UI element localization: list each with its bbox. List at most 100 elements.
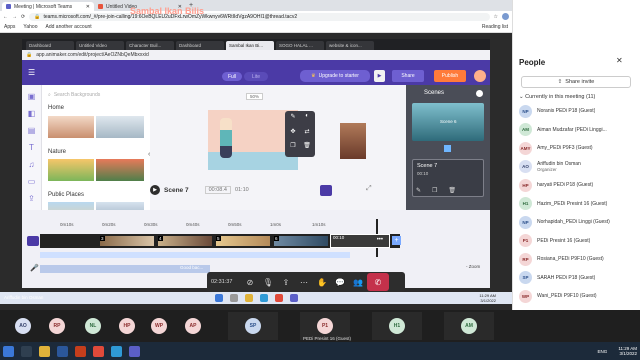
shared-tab[interactable]: Character Buil...	[126, 41, 174, 50]
play-button[interactable]: ▶	[150, 185, 160, 195]
mic-off-icon[interactable]: 🎙	[259, 273, 277, 291]
search-input[interactable]: ⌕ Search Backgrounds	[48, 90, 144, 99]
share-button[interactable]: Share	[392, 70, 424, 82]
bookmark-yahoo[interactable]: Yahoo	[23, 24, 37, 30]
bookmark-add-account[interactable]: Add another account	[46, 24, 92, 30]
props-icon[interactable]: ◧	[27, 109, 37, 119]
bg-track[interactable]: Good bac...	[40, 265, 210, 273]
search-icon[interactable]	[229, 294, 238, 302]
more-actions-icon[interactable]: ⋯	[295, 273, 313, 291]
delete-icon[interactable]: 🗑	[448, 187, 456, 194]
participant-row[interactable]: H1 Hazim_PEDi Presint 16 (Guest)	[519, 197, 637, 211]
participant-row[interactable]: NP Noranis PEDi P18 (Guest)	[519, 104, 637, 118]
reading-list[interactable]: Reading list	[482, 24, 508, 30]
video-track[interactable]: 3 4 5 6 00:10 •••	[40, 234, 400, 248]
share-screen-icon[interactable]: ⇪	[277, 273, 295, 291]
copy-icon[interactable]: ❐	[287, 142, 299, 155]
category-nature[interactable]: Nature	[48, 149, 66, 155]
palette-icon[interactable]: ◐	[301, 113, 313, 126]
clip[interactable]: 5	[216, 236, 270, 246]
explorer-icon[interactable]	[39, 345, 50, 357]
participant-row[interactable]: AO Ariffudin bin Osman Organizer	[519, 160, 637, 174]
shared-tab[interactable]: Dashboard	[176, 41, 224, 50]
tab-teams-meeting[interactable]: Meeting | Microsoft Teams ✕	[2, 2, 94, 11]
more-icon[interactable]: •••	[377, 237, 383, 243]
participant-row[interactable]: HP haryati PEDi P18 (Guest)	[519, 178, 637, 192]
video-tile[interactable]: SP	[228, 312, 278, 340]
expand-icon[interactable]: ⤢	[366, 185, 372, 193]
profile-icon[interactable]	[502, 13, 509, 20]
reload-icon[interactable]: ⟳	[21, 14, 25, 20]
video-tile[interactable]: RP	[40, 312, 74, 340]
project-title[interactable]: Sambal Ikan Bilis	[130, 6, 204, 16]
clip[interactable]: 3	[100, 236, 154, 246]
move-icon[interactable]: ✥	[287, 128, 299, 141]
edit-icon[interactable]: ✎	[287, 113, 299, 126]
teams-icon[interactable]	[129, 345, 140, 357]
upload-icon[interactable]: ⇪	[27, 194, 37, 204]
word-icon[interactable]	[57, 345, 68, 357]
participant-row[interactable]: RP Rosiana_PEDi P9F10 (Guest)	[519, 252, 637, 266]
current-meeting-label[interactable]: ⌄ Currently in this meeting (11)	[519, 94, 595, 100]
shared-tab[interactable]: Sambal Ikan Bi...	[226, 41, 274, 50]
shared-tab[interactable]: website & icon...	[326, 41, 374, 50]
participant-row[interactable]: WP Wani_PEDi P9F10 (Guest)	[519, 289, 637, 303]
text-icon[interactable]: T	[27, 143, 37, 153]
zoom-control[interactable]: - Zoom	[466, 264, 480, 269]
language-indicator[interactable]: ENG	[598, 349, 608, 354]
clip[interactable]: 4	[158, 236, 212, 246]
video-tile[interactable]: H1	[372, 312, 422, 340]
chat-icon[interactable]: 💬	[331, 273, 349, 291]
music-icon[interactable]: ♫	[27, 160, 37, 170]
hang-up-button[interactable]: ✆	[367, 273, 389, 291]
shared-tab[interactable]: SOGO HALAL ...	[276, 41, 324, 50]
participant-row[interactable]: SP SARAH PEDi P18 (Guest)	[519, 271, 637, 285]
shared-address-bar[interactable]: 🔒 app.animaker.com/edit/project/AeOZNbQe…	[22, 50, 490, 60]
full-toggle[interactable]: Full	[222, 72, 242, 81]
category-home[interactable]: Home	[48, 105, 64, 111]
participant-row[interactable]: AMY Amy_PEDi P9F3 (Guest)	[519, 141, 637, 155]
video-tile[interactable]: WP	[142, 312, 176, 340]
chrome-icon[interactable]	[274, 294, 283, 302]
clip-selected[interactable]: 00:10 •••	[330, 234, 390, 248]
collapse-chevron-icon[interactable]: ‹	[148, 151, 150, 158]
camera-off-icon[interactable]: ⊘	[241, 273, 259, 291]
copy-icon[interactable]: ❐	[432, 187, 437, 194]
close-icon[interactable]: ✕	[86, 4, 90, 10]
character[interactable]	[220, 118, 232, 158]
menu-icon[interactable]: ☰	[28, 68, 35, 77]
upgrade-button[interactable]: ♛ Upgrade to starter	[300, 70, 370, 82]
user-avatar[interactable]	[474, 70, 486, 82]
share-invite-button[interactable]: ⇪ Share invite	[521, 76, 631, 88]
category-public-places[interactable]: Public Places	[48, 192, 84, 198]
teams-icon[interactable]	[289, 294, 298, 302]
shared-tab[interactable]: Untitled Video	[76, 41, 124, 50]
zoom-indicator[interactable]: 50%	[246, 93, 264, 100]
star-icon[interactable]: ☆	[494, 14, 498, 20]
delete-icon[interactable]: 🗑	[301, 142, 313, 155]
shared-tab[interactable]: Dashboard	[26, 41, 74, 50]
video-icon[interactable]: ▭	[27, 177, 37, 187]
bg-thumb[interactable]	[48, 159, 94, 181]
address-bar[interactable]: 🔒 teams.microsoft.com/_#/pre-join-callin…	[29, 12, 490, 21]
edge-icon[interactable]	[259, 294, 268, 302]
video-tile[interactable]: AP	[176, 312, 210, 340]
bg-thumb[interactable]	[48, 116, 94, 138]
edit-icon[interactable]: ✎	[416, 187, 421, 194]
bg-icon[interactable]: ▤	[27, 126, 37, 136]
audio-track[interactable]	[40, 252, 350, 258]
people-icon[interactable]: 👥	[349, 273, 367, 291]
raise-hand-icon[interactable]: ✋	[313, 273, 331, 291]
participant-row[interactable]: NP Norhapidah_PEDi Linggi (Guest)	[519, 215, 637, 229]
start-icon[interactable]	[3, 345, 14, 357]
bookmark-apps[interactable]: Apps	[4, 24, 15, 30]
add-clip-button[interactable]: +	[392, 236, 401, 245]
prop-image[interactable]	[340, 123, 366, 159]
explorer-icon[interactable]	[244, 294, 253, 302]
bg-thumb[interactable]	[96, 159, 144, 181]
powerpoint-icon[interactable]	[75, 345, 86, 357]
video-tile[interactable]: AO	[6, 312, 40, 340]
flip-icon[interactable]: ⇄	[301, 128, 313, 141]
clip[interactable]: 6	[274, 236, 328, 246]
back-icon[interactable]: ←	[3, 14, 8, 20]
